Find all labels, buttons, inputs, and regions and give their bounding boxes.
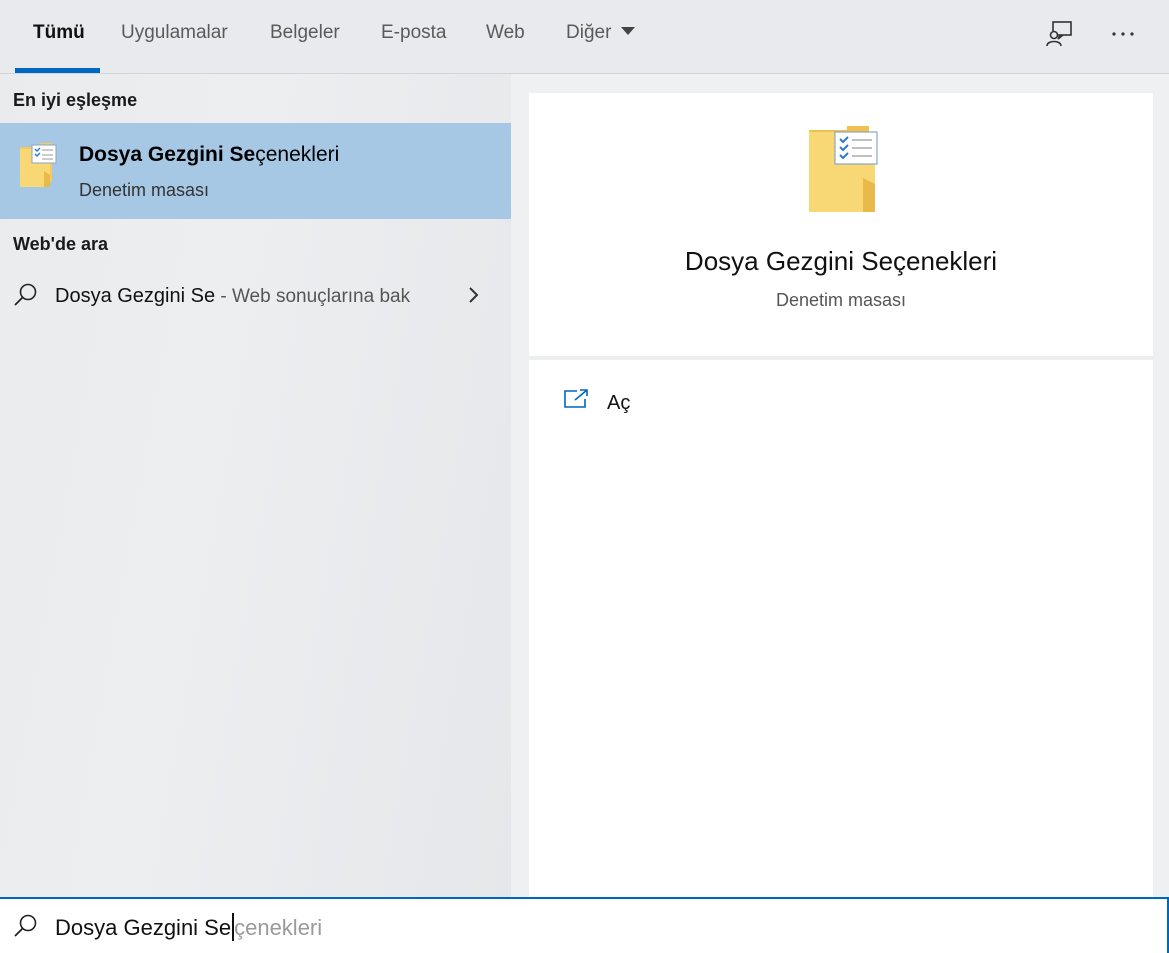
open-icon [564, 389, 588, 408]
best-match-heading: En iyi eşleşme [13, 90, 138, 110]
preview-title: Dosya Gezgini Seçenekleri [684, 246, 998, 276]
feedback-icon[interactable] [1044, 18, 1076, 50]
open-action[interactable]: Aç [563, 386, 763, 426]
folder-options-large-icon [809, 126, 878, 212]
tab-web[interactable]: Web [486, 22, 525, 44]
folder-options-icon [20, 143, 57, 187]
open-action-label: Aç [607, 392, 631, 414]
tab-apps[interactable]: Uygulamalar [121, 22, 228, 44]
best-match-subtitle: Denetim masası [79, 180, 210, 200]
search-autocomplete: çenekleri [234, 915, 323, 940]
more-options-icon[interactable] [1107, 18, 1139, 50]
preview-subtitle: Denetim masası [775, 290, 907, 310]
filter-tab-bar: Tümü Uygulamalar Belgeler E-posta Web Di… [0, 0, 1169, 74]
web-result-text: Dosya Gezgini Se - Web sonuçlarına bak [55, 285, 410, 308]
active-tab-indicator [15, 68, 100, 73]
tab-more[interactable]: Diğer [566, 22, 636, 44]
results-pane: En iyi eşleşme Dosya Gezgini Seçenekleri… [0, 74, 511, 898]
tab-documents[interactable]: Belgeler [270, 22, 340, 44]
search-icon [14, 283, 37, 306]
best-match-title-bold: Dosya Gezgini Se [79, 143, 256, 166]
best-match-title-rest: çenekleri [255, 143, 340, 166]
caret-down-icon [621, 26, 636, 35]
search-icon [14, 914, 37, 937]
web-result-query: Dosya Gezgini Se [55, 285, 216, 307]
web-result-suffix: - Web sonuçlarına bak [215, 286, 411, 307]
tab-email[interactable]: E-posta [381, 22, 446, 44]
chevron-right-icon[interactable] [466, 285, 482, 305]
web-search-heading: Web'de ara [13, 234, 108, 254]
search-input[interactable]: Dosya Gezgini Se çenekleri [55, 913, 322, 941]
tab-more-label: Diğer [566, 22, 612, 43]
preview-actions: Aç [529, 360, 1153, 898]
best-match-result[interactable]: Dosya Gezgini Seçenekleri Denetim masası [0, 123, 511, 219]
best-match-title: Dosya Gezgini Seçenekleri [79, 143, 339, 167]
search-typed-text: Dosya Gezgini Se [55, 915, 232, 940]
preview-header: Dosya Gezgini Seçenekleri Denetim masası [529, 93, 1153, 356]
tab-all[interactable]: Tümü [33, 22, 85, 44]
search-box[interactable]: Dosya Gezgini Se çenekleri [0, 897, 1169, 953]
web-search-result[interactable]: Dosya Gezgini Se - Web sonuçlarına bak [0, 274, 511, 318]
